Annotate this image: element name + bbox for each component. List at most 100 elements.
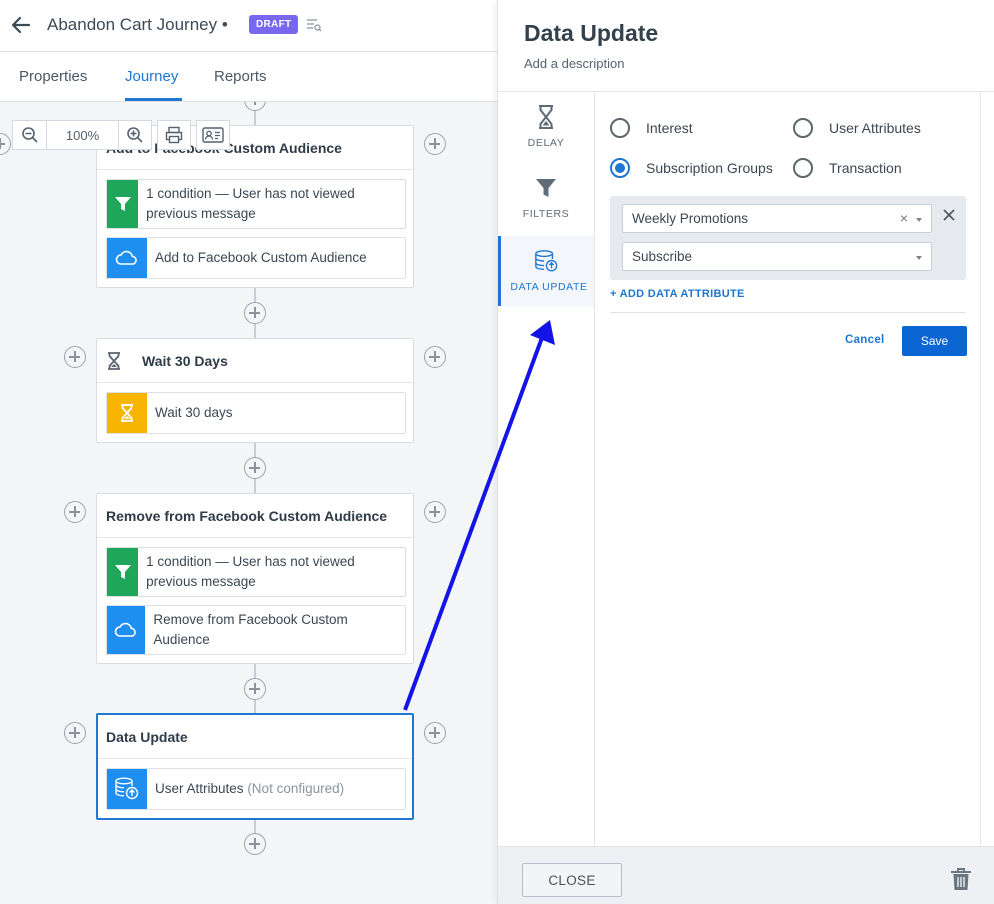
radio-label: Transaction bbox=[829, 160, 902, 176]
select-value: Subscribe bbox=[632, 249, 693, 264]
radio-label: Subscription Groups bbox=[646, 160, 773, 176]
radio-transaction[interactable]: Transaction bbox=[793, 158, 902, 178]
zoom-out-icon bbox=[21, 127, 38, 143]
select-value: Weekly Promotions bbox=[632, 211, 749, 226]
add-step-button[interactable] bbox=[244, 102, 266, 111]
radio-circle[interactable] bbox=[610, 118, 630, 138]
filter-icon bbox=[107, 180, 139, 228]
add-branch-right-button[interactable] bbox=[424, 501, 446, 523]
zoom-in-icon bbox=[127, 127, 143, 143]
add-branch-left-button[interactable] bbox=[64, 501, 86, 523]
tab-properties[interactable]: Properties bbox=[19, 68, 87, 85]
card-title: Remove from Facebook Custom Audience bbox=[97, 494, 413, 538]
print-button[interactable] bbox=[157, 120, 191, 150]
cancel-button[interactable]: Cancel bbox=[845, 334, 885, 346]
journey-title: Abandon Cart Journey • bbox=[47, 15, 228, 35]
hourglass-icon bbox=[108, 351, 120, 370]
step-row[interactable]: 1 condition — User has not viewed previo… bbox=[106, 547, 406, 597]
cloud-icon bbox=[107, 238, 147, 278]
not-configured-text: (Not configured) bbox=[247, 781, 345, 796]
journey-canvas[interactable]: Add to Facebook Custom Audience 1 condit… bbox=[0, 102, 498, 904]
side-item-label: DELAY bbox=[527, 137, 565, 149]
hourglass-icon bbox=[107, 393, 147, 433]
step-row[interactable]: Add to Facebook Custom Audience bbox=[106, 237, 406, 279]
remove-row-close-icon[interactable] bbox=[942, 208, 956, 222]
radio-circle-selected[interactable] bbox=[610, 158, 630, 178]
save-button[interactable]: Save bbox=[902, 326, 967, 356]
filter-icon bbox=[536, 179, 556, 197]
add-step-button[interactable] bbox=[244, 833, 266, 855]
radio-interest[interactable]: Interest bbox=[610, 118, 693, 138]
radio-circle[interactable] bbox=[793, 158, 813, 178]
step-text: User Attributes (Not configured) bbox=[147, 779, 352, 799]
add-branch-left-button[interactable] bbox=[64, 722, 86, 744]
journey-card-data-update[interactable]: Data Update User Attributes (Not configu… bbox=[96, 713, 414, 820]
database-upload-icon bbox=[107, 769, 147, 809]
journey-tabs: Properties Journey Reports bbox=[0, 52, 498, 102]
add-step-button[interactable] bbox=[244, 678, 266, 700]
journey-title-text: Abandon Cart Journey bbox=[47, 15, 218, 34]
zoom-level-text: 100% bbox=[65, 127, 100, 143]
card-title: Data Update bbox=[98, 715, 412, 759]
radio-user-attributes[interactable]: User Attributes bbox=[793, 118, 921, 138]
details-list-icon[interactable] bbox=[306, 17, 322, 33]
chevron-down-icon bbox=[916, 256, 922, 260]
step-text: Remove from Facebook Custom Audience bbox=[153, 612, 348, 647]
radio-label: User Attributes bbox=[829, 120, 921, 136]
side-item-label: FILTERS bbox=[522, 208, 570, 220]
panel-step-types: DELAY FILTERS DATA UPDATE bbox=[498, 92, 595, 846]
add-data-attribute-link[interactable]: + ADD DATA ATTRIBUTE bbox=[610, 288, 745, 300]
radio-subscription-groups[interactable]: Subscription Groups bbox=[610, 158, 773, 178]
zoom-level: 100% bbox=[47, 120, 119, 150]
side-item-label: DATA UPDATE bbox=[510, 281, 588, 293]
filter-icon bbox=[107, 548, 139, 596]
scrollbar-track bbox=[980, 92, 981, 846]
divider bbox=[610, 312, 966, 313]
side-item-data-update[interactable]: DATA UPDATE bbox=[498, 236, 594, 306]
side-item-delay[interactable]: DELAY bbox=[498, 92, 594, 162]
step-text: Wait 30 days bbox=[155, 405, 233, 420]
step-text: 1 condition — User has not viewed previo… bbox=[146, 186, 355, 221]
journey-card-wait[interactable]: Wait 30 Days Wait 30 days bbox=[96, 338, 414, 443]
radio-label: Interest bbox=[646, 120, 693, 136]
subscription-group-select[interactable]: Weekly Promotions × bbox=[622, 204, 932, 233]
tab-journey[interactable]: Journey bbox=[125, 68, 178, 85]
chevron-down-icon bbox=[916, 218, 922, 222]
panel-title: Data Update bbox=[524, 20, 659, 46]
trash-icon[interactable] bbox=[950, 867, 972, 891]
zoom-toolbar: 100% bbox=[12, 120, 230, 150]
side-item-filters[interactable]: FILTERS bbox=[498, 163, 594, 233]
tab-reports[interactable]: Reports bbox=[214, 68, 267, 85]
add-step-button[interactable] bbox=[244, 457, 266, 479]
add-branch-left-button[interactable] bbox=[64, 346, 86, 368]
subscription-action-select[interactable]: Subscribe bbox=[622, 242, 932, 271]
active-tab-indicator bbox=[125, 98, 182, 101]
step-row[interactable]: 1 condition — User has not viewed previo… bbox=[106, 179, 406, 229]
journey-header: Abandon Cart Journey • DRAFT bbox=[0, 0, 498, 52]
status-badge: DRAFT bbox=[249, 15, 299, 34]
panel-description[interactable]: Add a description bbox=[524, 56, 624, 71]
journey-card-remove-audience[interactable]: Remove from Facebook Custom Audience 1 c… bbox=[96, 493, 414, 664]
panel-content: Interest User Attributes Subscription Gr… bbox=[595, 92, 980, 846]
close-button[interactable]: CLOSE bbox=[522, 863, 622, 897]
data-update-panel: Data Update Add a description DELAY FILT… bbox=[497, 0, 994, 904]
step-row[interactable]: Remove from Facebook Custom Audience bbox=[106, 605, 406, 655]
cloud-icon bbox=[107, 606, 146, 654]
back-arrow-icon[interactable] bbox=[10, 14, 32, 36]
step-row[interactable]: User Attributes (Not configured) bbox=[106, 768, 406, 810]
step-row[interactable]: Wait 30 days bbox=[106, 392, 406, 434]
panel-footer: CLOSE bbox=[498, 846, 994, 904]
clear-selection-icon[interactable]: × bbox=[900, 210, 908, 226]
add-branch-right-button[interactable] bbox=[424, 722, 446, 744]
add-branch-left-button[interactable] bbox=[0, 133, 11, 155]
zoom-in-button[interactable] bbox=[119, 120, 152, 150]
step-text: Add to Facebook Custom Audience bbox=[155, 250, 367, 265]
card-title: Wait 30 Days bbox=[97, 339, 413, 383]
contact-card-button[interactable] bbox=[196, 120, 230, 150]
radio-circle[interactable] bbox=[793, 118, 813, 138]
add-branch-right-button[interactable] bbox=[424, 346, 446, 368]
add-step-button[interactable] bbox=[244, 302, 266, 324]
add-branch-right-button[interactable] bbox=[424, 133, 446, 155]
zoom-out-button[interactable] bbox=[12, 120, 47, 150]
print-icon bbox=[165, 126, 183, 144]
